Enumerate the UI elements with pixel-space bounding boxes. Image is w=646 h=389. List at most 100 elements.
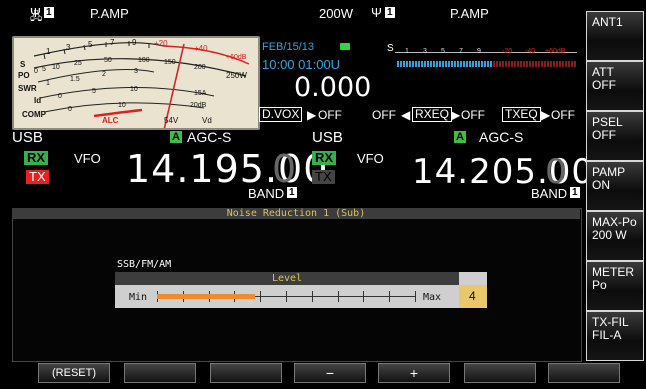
sub-s-meter: S 1 3 5 7 9 -20 -40 +60dB <box>385 43 580 72</box>
txeq-label: TXEQ <box>502 107 541 122</box>
bottom-key-2[interactable] <box>124 363 196 383</box>
level-value: 4 <box>469 289 476 303</box>
meter-id-label: Id <box>34 96 42 105</box>
softkey-ant-label: ANT1 <box>592 15 623 29</box>
main-tx-indicator: TX <box>26 170 49 184</box>
bar-s-tick: -20 <box>502 48 513 55</box>
softkey-psel[interactable]: PSEL OFF <box>586 111 644 161</box>
meter-po-tick: 0 <box>34 68 38 75</box>
bottom-key-3[interactable] <box>210 363 282 383</box>
s-meter-over-bar <box>493 61 577 67</box>
meter-po-tick: 150 <box>164 59 176 66</box>
meter-po-label: PO <box>18 71 30 80</box>
sub-agc-tag: A <box>454 131 466 143</box>
plus-button[interactable]: + <box>378 363 450 383</box>
reset-button[interactable]: (RESET) <box>38 363 110 383</box>
level-value-box: 4 <box>459 285 487 308</box>
level-control[interactable]: Level Min Max 4 <box>115 272 487 308</box>
softkey-tx-fil-value: FIL-A <box>592 328 622 342</box>
panel-title: Noise Reduction 1 (Sub) <box>12 208 580 219</box>
battery-icon <box>340 43 350 50</box>
meter-s-tick: +60dB <box>226 54 247 61</box>
meter-po-tick: 5 <box>42 66 46 73</box>
bar-s-tick: 1 <box>405 48 409 55</box>
main-vfo-label: VFO <box>74 151 101 166</box>
left-preamp-status: P.AMP <box>90 6 129 21</box>
dvox-arrow: ▶ <box>307 108 317 122</box>
sub-vfo-label: VFO <box>357 151 384 166</box>
meter-id-tick: 15A <box>194 90 207 97</box>
meter-vd-label: Vd <box>202 116 212 125</box>
bar-s-tick: -40 <box>525 48 536 55</box>
meter-swr-tick: 2 <box>102 71 106 78</box>
txeq-arrow: ▶ <box>541 108 551 122</box>
dvox-label: D.VOX <box>259 107 303 122</box>
bar-s-tick: 3 <box>423 48 427 55</box>
sub-band-number: 1 <box>570 187 580 198</box>
antenna-symbol: Ψ <box>30 5 41 20</box>
analog-meter: S 1 3 5 7 9 +20 +40 +60dB PO 0 5 10 25 5… <box>12 36 260 130</box>
softkey-pamp-value: ON <box>592 178 610 192</box>
mode-group-label: SSB/FM/AM <box>117 259 172 270</box>
bar-s-tick: 7 <box>459 48 463 55</box>
main-band-number: 1 <box>287 187 297 198</box>
softkey-att-value: OFF <box>592 78 616 92</box>
bar-s-tick: 9 <box>477 48 481 55</box>
meter-s-tick: +20 <box>154 39 168 48</box>
rxeq-arrow-left: ◀ <box>401 108 411 122</box>
meter-po-tick: 200 <box>194 64 206 71</box>
meter-id-tick: 5 <box>92 88 96 95</box>
sub-agc: AGC-S <box>479 129 524 145</box>
level-tick <box>286 291 287 302</box>
softkey-meter[interactable]: METER Po <box>586 261 644 311</box>
meter-s-tick: 9 <box>132 38 137 47</box>
softkey-psel-value: OFF <box>592 128 616 142</box>
sub-rx-indicator: RX <box>312 151 337 165</box>
radio-display: 🖧 Ψ 1 P.AMP 200W Ψ 1 P.AMP S 1 3 5 7 9 +… <box>0 0 646 389</box>
main-frequency-last-digit: 0 <box>272 147 298 191</box>
level-max-label: Max <box>423 292 442 303</box>
meter-s-label: S <box>20 60 26 69</box>
bottom-key-7[interactable] <box>548 363 620 383</box>
antenna-symbol-right: Ψ <box>371 5 382 20</box>
level-tick <box>312 291 313 302</box>
main-rx-indicator: RX <box>24 151 49 165</box>
meter-po-tick: 250W <box>226 71 247 80</box>
meter-po-tick: 50 <box>104 57 112 64</box>
bar-s-tick: 5 <box>441 48 445 55</box>
bar-s-tick: +60dB <box>545 48 566 55</box>
level-tick <box>260 291 261 302</box>
meter-id-tick: 10 <box>130 86 138 93</box>
level-fill[interactable] <box>157 294 255 299</box>
level-header: Level <box>115 272 459 285</box>
bottom-key-6[interactable] <box>464 363 536 383</box>
tx-power: 200W <box>319 6 353 21</box>
meter-comp-tick: 0 <box>68 106 72 113</box>
softkey-att[interactable]: ATT OFF <box>586 61 644 111</box>
meter-s-tick: +40 <box>194 44 208 53</box>
softkey-max-po[interactable]: MAX-Po 200 W <box>586 211 644 261</box>
meter-id-tick: 0 <box>58 93 62 100</box>
main-agc: AGC-S <box>187 129 232 145</box>
right-ant-tag: 1 <box>385 7 395 18</box>
meter-po-tick: 25 <box>74 60 82 67</box>
meter-comp-tick: 10 <box>118 102 126 109</box>
minus-button[interactable]: − <box>294 363 366 383</box>
softkey-ant[interactable]: ANT1 <box>586 11 644 61</box>
level-min-label: Min <box>129 292 148 303</box>
bar-s-label: S <box>387 43 394 54</box>
softkey-tx-fil[interactable]: TX-FIL FIL-A <box>586 311 644 361</box>
time-display: 10:00 01:00U <box>262 57 341 72</box>
meter-s-tick: 1 <box>46 47 51 56</box>
meter-s-tick: 3 <box>66 43 71 52</box>
level-tick <box>389 291 390 302</box>
softkey-max-po-value: 200 W <box>592 228 627 242</box>
softkey-meter-value: Po <box>592 278 607 292</box>
meter-scale-art <box>33 41 250 128</box>
main-band-label: BAND <box>248 186 285 201</box>
sub-band-label: BAND <box>531 186 568 201</box>
meter-comp-tick: 20dB <box>190 102 207 109</box>
meter-comp-label: COMP <box>22 110 46 119</box>
rit-counter: 0.000 <box>294 72 372 103</box>
softkey-pamp[interactable]: PAMP ON <box>586 161 644 211</box>
